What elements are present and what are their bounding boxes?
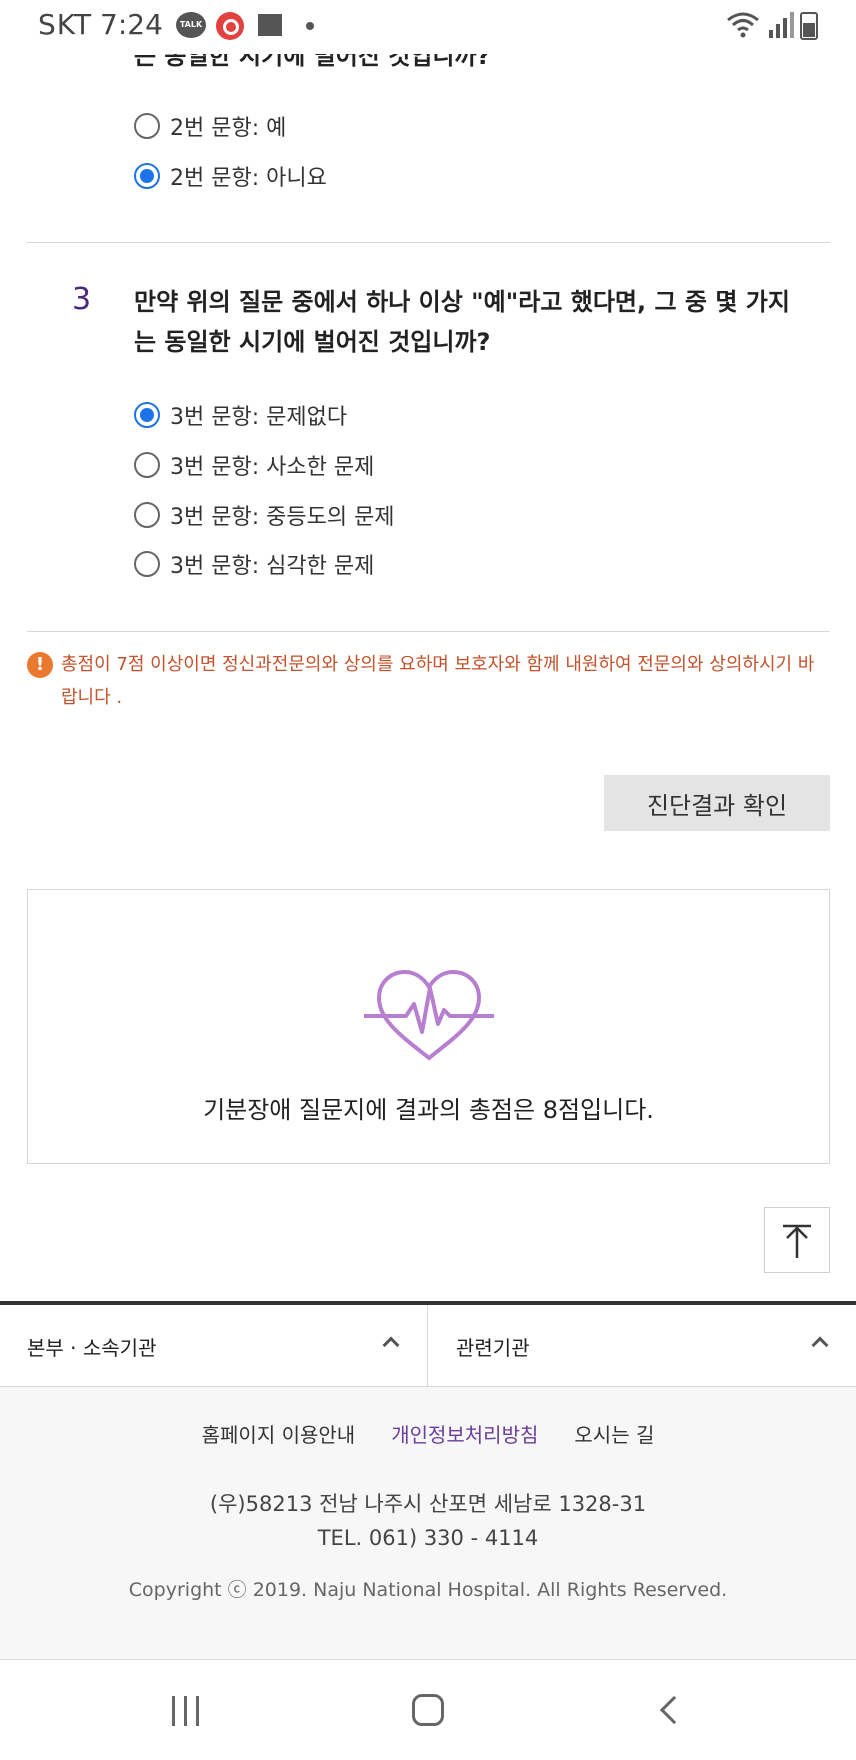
wifi-icon: [727, 12, 759, 38]
footer-info: 홈페이지 이용안내 개인정보처리방침 오시는 길 (우)58213 전남 나주시…: [0, 1387, 856, 1660]
radio-button-selected[interactable]: [134, 163, 160, 189]
chevron-up-icon: [382, 1336, 400, 1354]
radio-button[interactable]: [134, 502, 160, 528]
calendar-icon: [258, 14, 282, 36]
question-2-option-yes[interactable]: 2번 문항: 예: [134, 111, 286, 141]
result-score-text: 기분장애 질문지에 결과의 총점은 8점입니다.: [203, 1096, 654, 1124]
footer-menu: 본부 · 소속기관 관련기관: [0, 1301, 856, 1387]
divider: [27, 631, 830, 632]
option-label: 3번 문항: 중등도의 문제: [170, 505, 395, 530]
kakaotalk-icon: TALK: [176, 12, 206, 38]
footer-link-directions[interactable]: 오시는 길: [574, 1419, 654, 1448]
radio-button-selected[interactable]: [134, 402, 160, 428]
address-line: (우)58213 전남 나주시 산포면 세남로 1328-31: [209, 1492, 647, 1516]
question-3-number: 3: [72, 282, 92, 317]
option-label: 3번 문항: 문제없다: [170, 405, 348, 430]
question-2-option-no[interactable]: 2번 문항: 아니요: [134, 161, 327, 191]
footer-tab-related[interactable]: 관련기관: [428, 1305, 856, 1387]
footer-tab-label: 본부 · 소속기관: [27, 1335, 157, 1360]
question-3-option-moderate[interactable]: 3번 문항: 중등도의 문제: [134, 500, 395, 530]
footer-tab-affiliates[interactable]: 본부 · 소속기관: [0, 1305, 428, 1387]
footer-link-guide[interactable]: 홈페이지 이용안내: [202, 1419, 356, 1448]
footer-tab-label: 관련기관: [456, 1335, 530, 1360]
chevron-up-icon: [811, 1336, 829, 1354]
check-result-button[interactable]: 진단결과 확인: [604, 775, 830, 831]
radio-button[interactable]: [134, 551, 160, 577]
more-notifications-icon: [306, 22, 314, 30]
option-label: 2번 문항: 아니요: [170, 166, 327, 191]
option-label: 3번 문항: 사소한 문제: [170, 455, 375, 480]
warning-icon: !: [27, 652, 53, 678]
carrier-label: SKT: [38, 8, 93, 41]
option-label: 3번 문항: 심각한 문제: [170, 554, 375, 579]
copyright: Copyright ⓒ 2019. Naju National Hospital…: [128, 1579, 728, 1601]
recent-apps-icon[interactable]: [172, 1696, 202, 1726]
home-icon[interactable]: [412, 1694, 444, 1726]
status-bar: SKT 7:24 TALK: [0, 0, 856, 54]
option-label: 2번 문항: 예: [170, 116, 287, 141]
question-3-option-severe[interactable]: 3번 문항: 심각한 문제: [134, 549, 374, 579]
notice-text: 총점이 7점 이상이면 정신과전문의와 상의를 요하며 보호자와 함께 내원하여…: [61, 654, 815, 708]
scroll-to-top-button[interactable]: [764, 1207, 830, 1273]
tel-line: TEL. 061) 330 - 4114: [317, 1526, 539, 1550]
arrow-up-icon: [783, 1224, 811, 1258]
radio-button[interactable]: [134, 113, 160, 139]
footer-address: (우)58213 전남 나주시 산포면 세남로 1328-31 TEL. 061…: [0, 1487, 856, 1555]
footer-links: 홈페이지 이용안내 개인정보처리방침 오시는 길: [0, 1419, 856, 1448]
divider: [27, 242, 830, 243]
app-notification-icon: [216, 12, 244, 40]
footer-link-privacy[interactable]: 개인정보처리방침: [391, 1419, 538, 1448]
heart-pulse-icon: [364, 969, 494, 1061]
radio-button[interactable]: [134, 452, 160, 478]
back-icon[interactable]: [659, 1695, 689, 1725]
score-notice: ! 총점이 7점 이상이면 정신과전문의와 상의를 요하며 보호자와 함께 내원…: [27, 648, 827, 714]
battery-icon: [800, 12, 818, 40]
clock: 7:24: [100, 8, 163, 41]
question-3-option-minor[interactable]: 3번 문항: 사소한 문제: [134, 450, 374, 480]
result-panel: 기분장애 질문지에 결과의 총점은 8점입니다.: [27, 889, 830, 1164]
question-3-text: 만약 위의 질문 중에서 하나 이상 "예"라고 했다면, 그 중 몇 가지는 …: [134, 288, 790, 356]
system-nav-bar: [0, 1660, 856, 1760]
signal-icon: [769, 12, 794, 38]
question-3-option-none[interactable]: 3번 문항: 문제없다: [134, 400, 347, 430]
